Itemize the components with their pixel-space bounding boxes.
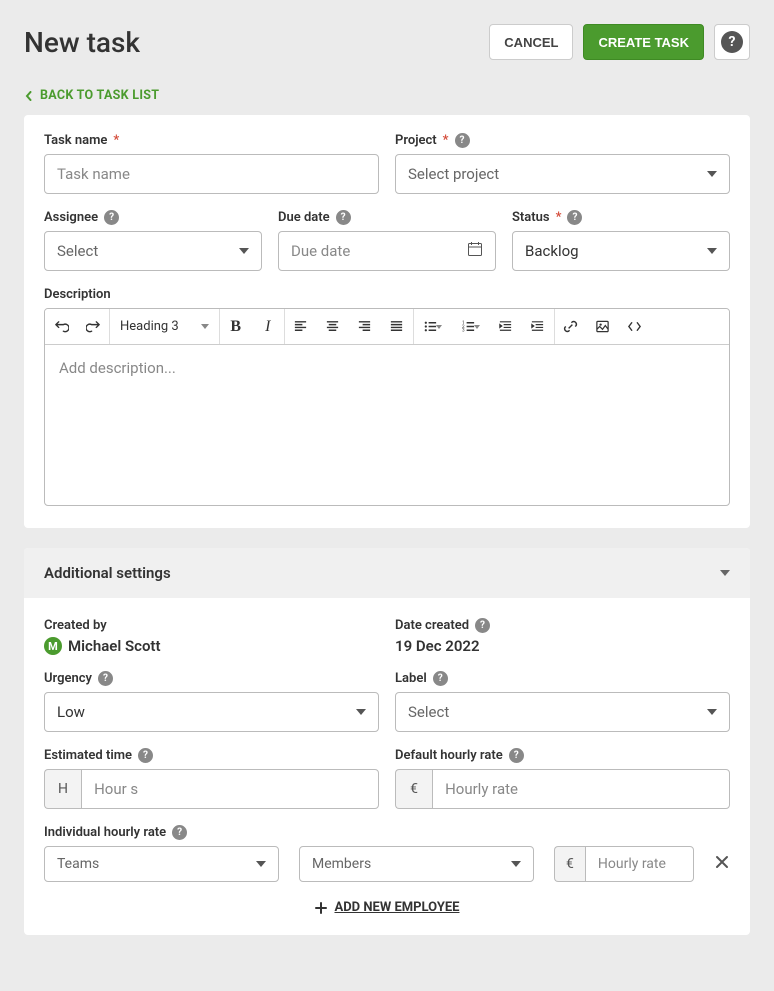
description-label: Description — [44, 287, 730, 302]
chevron-down-icon — [511, 861, 521, 867]
editor-toolbar: Heading 3 B I 123 — [45, 309, 729, 345]
bold-button[interactable]: B — [220, 310, 252, 344]
created-by-label: Created by — [44, 618, 379, 633]
individual-rate-label: Individual hourly rate ? — [44, 825, 730, 840]
bullet-list-button[interactable] — [414, 310, 452, 344]
additional-settings-toggle[interactable]: Additional settings — [24, 548, 750, 598]
undo-button[interactable] — [45, 310, 77, 344]
info-icon[interactable]: ? — [433, 671, 448, 686]
remove-rate-button[interactable] — [714, 854, 730, 874]
task-name-input[interactable]: Task name — [44, 154, 379, 194]
currency-prefix: € — [395, 769, 432, 809]
chevron-down-icon — [436, 325, 442, 329]
chevron-down-icon — [474, 325, 480, 329]
default-rate-label: Default hourly rate ? — [395, 748, 730, 763]
chevron-left-icon — [24, 91, 34, 101]
project-select[interactable]: Select project — [395, 154, 730, 194]
chevron-down-icon — [201, 324, 209, 329]
teams-select[interactable]: Teams — [44, 846, 279, 882]
project-label: Project* ? — [395, 133, 730, 148]
chevron-down-icon — [720, 570, 730, 576]
members-select[interactable]: Members — [299, 846, 534, 882]
indent-button[interactable] — [522, 310, 554, 344]
info-icon[interactable]: ? — [138, 748, 153, 763]
estimated-time-input[interactable]: Hour s — [81, 769, 379, 809]
svg-text:3: 3 — [462, 328, 465, 334]
info-icon[interactable]: ? — [455, 133, 470, 148]
estimated-time-label: Estimated time ? — [44, 748, 379, 763]
add-new-employee-link[interactable]: ADD NEW EMPLOYEE — [44, 900, 730, 915]
chevron-down-icon — [256, 861, 266, 867]
align-justify-button[interactable] — [381, 310, 413, 344]
create-task-button[interactable]: CREATE TASK — [583, 24, 704, 60]
urgency-label: Urgency ? — [44, 671, 379, 686]
help-button[interactable]: ? — [714, 24, 750, 60]
avatar: M — [44, 637, 62, 655]
close-icon — [714, 854, 730, 870]
due-date-label: Due date ? — [278, 210, 496, 225]
image-button[interactable] — [587, 310, 619, 344]
info-icon[interactable]: ? — [336, 210, 351, 225]
link-button[interactable] — [555, 310, 587, 344]
urgency-select[interactable]: Low — [44, 692, 379, 732]
code-button[interactable] — [619, 310, 651, 344]
info-icon[interactable]: ? — [567, 210, 582, 225]
hours-prefix: H — [44, 769, 81, 809]
heading-style-select[interactable]: Heading 3 — [110, 310, 219, 344]
individual-rate-input[interactable]: Hourly rate — [585, 846, 694, 882]
calendar-icon — [467, 241, 483, 261]
align-left-button[interactable] — [285, 310, 317, 344]
info-icon[interactable]: ? — [104, 210, 119, 225]
date-created-value: 19 Dec 2022 — [395, 637, 730, 655]
question-icon: ? — [721, 31, 743, 53]
align-center-button[interactable] — [317, 310, 349, 344]
info-icon[interactable]: ? — [172, 825, 187, 840]
task-name-label: Task name* — [44, 133, 379, 148]
date-created-label: Date created ? — [395, 618, 730, 633]
chevron-down-icon — [707, 709, 717, 715]
outdent-button[interactable] — [490, 310, 522, 344]
italic-button[interactable]: I — [252, 310, 284, 344]
created-by-name: Michael Scott — [68, 637, 161, 655]
chevron-down-icon — [707, 171, 717, 177]
description-editor[interactable]: Add description... — [45, 345, 729, 505]
numbered-list-button[interactable]: 123 — [452, 310, 490, 344]
page-title: New task — [24, 26, 140, 59]
redo-button[interactable] — [77, 310, 109, 344]
chevron-down-icon — [239, 248, 249, 254]
align-right-button[interactable] — [349, 310, 381, 344]
label-field-label: Label ? — [395, 671, 730, 686]
status-label: Status* ? — [512, 210, 730, 225]
info-icon[interactable]: ? — [509, 748, 524, 763]
status-select[interactable]: Backlog — [512, 231, 730, 271]
due-date-input[interactable]: Due date — [278, 231, 496, 271]
chevron-down-icon — [707, 248, 717, 254]
cancel-button[interactable]: CANCEL — [489, 24, 573, 60]
default-rate-input[interactable]: Hourly rate — [432, 769, 730, 809]
info-icon[interactable]: ? — [475, 618, 490, 633]
assignee-select[interactable]: Select — [44, 231, 262, 271]
currency-prefix: € — [554, 846, 585, 882]
info-icon[interactable]: ? — [98, 671, 113, 686]
label-select[interactable]: Select — [395, 692, 730, 732]
chevron-down-icon — [356, 709, 366, 715]
plus-icon — [314, 901, 328, 915]
assignee-label: Assignee ? — [44, 210, 262, 225]
back-to-task-list-link[interactable]: BACK TO TASK LIST — [24, 88, 159, 103]
